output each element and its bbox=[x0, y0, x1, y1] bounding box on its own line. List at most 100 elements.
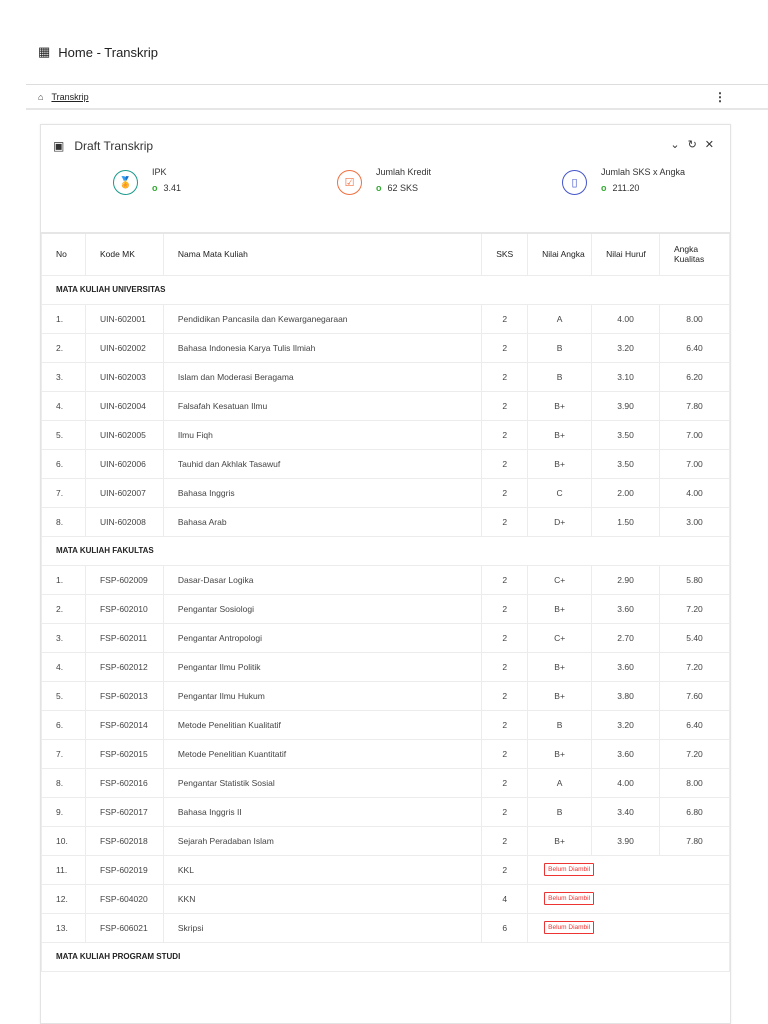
cell-kode: FSP-606021 bbox=[84, 912, 164, 943]
cell-no: 5. bbox=[41, 680, 86, 711]
cell-nilai-huruf: 4.00 bbox=[591, 767, 661, 798]
table-row: 8. FSP-602016 Pengantar Statistik Sosial 2 A… bbox=[41, 767, 730, 798]
cell-nilai-angka: B+ bbox=[527, 738, 593, 769]
cell-nilai-huruf: 2.70 bbox=[591, 622, 661, 653]
cell-no: 1. bbox=[41, 303, 86, 334]
cell-nama: Bahasa Inggris bbox=[162, 477, 483, 508]
cell-nilai-huruf: 3.60 bbox=[591, 651, 661, 682]
cell-no: 13. bbox=[41, 912, 86, 943]
home-icon[interactable]: ⌂ bbox=[38, 92, 43, 102]
column-header: Kode MK bbox=[84, 232, 164, 276]
table-row: 3. FSP-602011 Pengantar Antropologi 2 C+ 2.70… bbox=[41, 622, 730, 653]
cell-nilai-angka: C bbox=[527, 477, 593, 508]
stat-icon: 🏅 bbox=[113, 170, 138, 195]
cell-sks: 2 bbox=[481, 854, 529, 885]
cell-nilai-angka: B+ bbox=[527, 680, 593, 711]
cell-nilai-huruf: 4.00 bbox=[591, 303, 661, 334]
cell-no: 4. bbox=[41, 651, 86, 682]
cell-nama: Pengantar Antropologi bbox=[162, 622, 483, 653]
cell-no: 7. bbox=[41, 738, 86, 769]
status-badge: Belum Diambil bbox=[544, 892, 595, 905]
cell-sks: 2 bbox=[481, 390, 529, 421]
cell-nilai-huruf: 3.50 bbox=[591, 419, 661, 450]
cell-angka-kualitas: 7.60 bbox=[659, 680, 730, 711]
stat-1: ☑ Jumlah Kredit 62 SKS bbox=[337, 167, 431, 195]
breadcrumb-transkrip[interactable]: Transkrip bbox=[51, 92, 88, 102]
cell-no: 8. bbox=[41, 506, 86, 537]
cell-angka-kualitas: 7.80 bbox=[659, 825, 730, 856]
transkrip-table: No Kode MK Nama Mata Kuliah SKS Nilai Angka N… bbox=[41, 232, 730, 972]
cell-nama: Pengantar Ilmu Hukum bbox=[162, 680, 483, 711]
cell-no: 6. bbox=[41, 709, 86, 740]
cell-angka-kualitas: 7.20 bbox=[659, 738, 730, 769]
cell-sks: 2 bbox=[481, 738, 529, 769]
stat-icon: ☑ bbox=[337, 170, 362, 195]
table-row: 1. UIN-602001 Pendidikan Pancasila dan Kew… bbox=[41, 303, 730, 334]
section-row: MATA KULIAH UNIVERSITAS bbox=[41, 274, 730, 305]
cell-nilai-angka: B+ bbox=[527, 448, 593, 479]
stat-2: ▯ Jumlah SKS x Angka 211.20 bbox=[562, 167, 685, 195]
cell-nama: Pengantar Ilmu Politik bbox=[162, 651, 483, 682]
cell-nilai-huruf: 3.10 bbox=[591, 361, 661, 392]
cell-no: 3. bbox=[41, 622, 86, 653]
cell-angka-kualitas: 7.00 bbox=[659, 419, 730, 450]
cell-sks: 2 bbox=[481, 796, 529, 827]
document-icon: ▣ bbox=[53, 139, 65, 153]
cell-nama: KKL bbox=[162, 854, 483, 885]
cell-kode: FSP-602015 bbox=[84, 738, 164, 769]
collapse-icon[interactable]: ⌄ bbox=[670, 138, 679, 151]
cell-kode: FSP-602009 bbox=[84, 564, 164, 595]
cell-nama: KKN bbox=[162, 883, 483, 914]
cell-angka-kualitas: 8.00 bbox=[659, 303, 730, 334]
cell-nama: Bahasa Inggris II bbox=[162, 796, 483, 827]
cell-nama: Ilmu Fiqh bbox=[162, 419, 483, 450]
column-header: No bbox=[41, 232, 86, 276]
section-title: MATA KULIAH FAKULTAS bbox=[41, 535, 730, 566]
cell-kode: FSP-602019 bbox=[84, 854, 164, 885]
cell-angka-kualitas: 7.20 bbox=[659, 593, 730, 624]
cell-sks: 4 bbox=[481, 883, 529, 914]
cell-nama: Tauhid dan Akhlak Tasawuf bbox=[162, 448, 483, 479]
cell-kode: FSP-602018 bbox=[84, 825, 164, 856]
more-vert-icon[interactable]: ⋮ bbox=[714, 90, 726, 104]
cell-nilai-huruf: 3.50 bbox=[591, 448, 661, 479]
table-row: 4. UIN-602004 Falsafah Kesatuan Ilmu 2 B+ 3.9… bbox=[41, 390, 730, 421]
cell-kode: FSP-602010 bbox=[84, 593, 164, 624]
status-badge: Belum Diambil bbox=[544, 863, 595, 876]
column-header: Angka Kualitas bbox=[659, 232, 730, 276]
cell-sks: 2 bbox=[481, 361, 529, 392]
cell-kode: UIN-602004 bbox=[84, 390, 164, 421]
cell-no: 12. bbox=[41, 883, 86, 914]
cell-nama: Pendidikan Pancasila dan Kewarganegaraan bbox=[162, 303, 483, 334]
refresh-icon[interactable]: ↻ bbox=[688, 138, 697, 151]
cell-no: 3. bbox=[41, 361, 86, 392]
cell-kode: UIN-602008 bbox=[84, 506, 164, 537]
cell-nilai-huruf: 3.80 bbox=[591, 680, 661, 711]
cell-angka-kualitas: 7.20 bbox=[659, 651, 730, 682]
stat-value: 211.20 bbox=[601, 183, 685, 193]
stat-value: 62 SKS bbox=[376, 183, 431, 193]
column-header: Nama Mata Kuliah bbox=[162, 232, 483, 276]
close-icon[interactable]: ✕ bbox=[705, 138, 714, 151]
cell-nilai-angka: C+ bbox=[527, 564, 593, 595]
cell-sks: 2 bbox=[481, 448, 529, 479]
stat-label: IPK bbox=[152, 167, 167, 177]
cell-nama: Dasar-Dasar Logika bbox=[162, 564, 483, 595]
cell-nama: Metode Penelitian Kuantitatif bbox=[162, 738, 483, 769]
table-row: 2. FSP-602010 Pengantar Sosiologi 2 B+ 3.60 7.… bbox=[41, 593, 730, 624]
section-title: MATA KULIAH UNIVERSITAS bbox=[41, 274, 730, 305]
table-row: 10. FSP-602018 Sejarah Peradaban Islam 2 B+ 3… bbox=[41, 825, 730, 856]
cell-no: 2. bbox=[41, 593, 86, 624]
cell-nilai-huruf: 2.90 bbox=[591, 564, 661, 595]
cell-nilai-angka: B+ bbox=[527, 651, 593, 682]
cell-nama: Islam dan Moderasi Beragama bbox=[162, 361, 483, 392]
cell-nama: Bahasa Arab bbox=[162, 506, 483, 537]
table-row: 12. FSP-604020 KKN 4 Belum Diambil bbox=[41, 883, 730, 914]
cell-nilai-huruf: 3.90 bbox=[591, 390, 661, 421]
table-row: 6. FSP-602014 Metode Penelitian Kualitatif… bbox=[41, 709, 730, 740]
cell-kode: UIN-602005 bbox=[84, 419, 164, 450]
cell-kode: FSP-602012 bbox=[84, 651, 164, 682]
cell-nilai-huruf: 2.00 bbox=[591, 477, 661, 508]
status-badge: Belum Diambil bbox=[544, 921, 595, 934]
cell-nilai-huruf: 3.40 bbox=[591, 796, 661, 827]
